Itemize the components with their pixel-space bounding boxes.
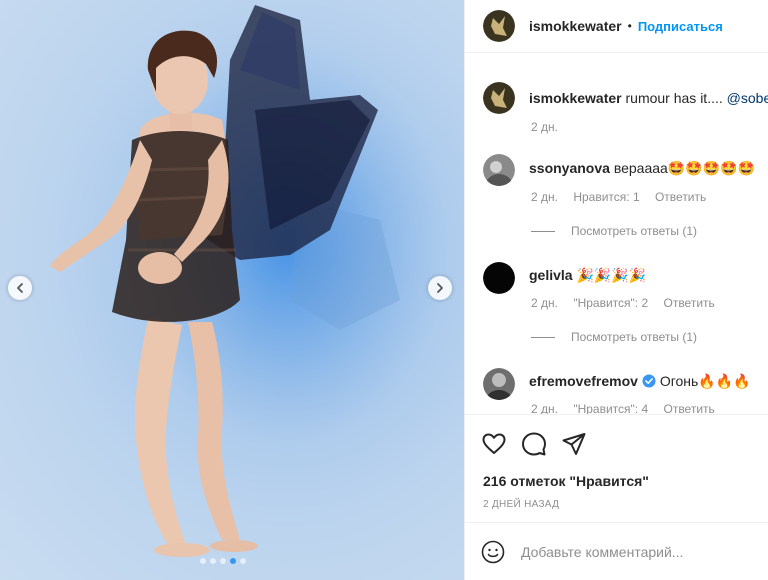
comment-username[interactable]: gelivla bbox=[529, 267, 573, 283]
avatar-image bbox=[483, 262, 515, 294]
avatar-image bbox=[483, 10, 515, 42]
comment-text: gelivla 🎉🎉🎉🎉 bbox=[529, 266, 646, 284]
comment-body: 🎉🎉🎉🎉 bbox=[576, 267, 647, 283]
action-icons bbox=[465, 415, 768, 457]
share-icon[interactable] bbox=[561, 431, 587, 457]
avatar-image bbox=[483, 82, 515, 114]
comment-meta: 2 дн. "Нравится": 4 Ответить bbox=[531, 402, 727, 414]
view-replies-label: Посмотреть ответы (1) bbox=[571, 224, 698, 238]
comment-body: вераааа🤩🤩🤩🤩🤩 bbox=[613, 160, 755, 176]
carousel-dot bbox=[200, 558, 206, 564]
avatar[interactable] bbox=[483, 82, 515, 114]
comment-text: ssonyanova вераааа🤩🤩🤩🤩🤩 bbox=[529, 159, 755, 177]
avatar[interactable] bbox=[483, 154, 515, 186]
view-replies-button[interactable]: Посмотреть ответы (1) bbox=[531, 224, 697, 238]
post-side-panel: ismokkewater • Подписаться ismokkewater … bbox=[464, 0, 768, 580]
reply-button[interactable]: Ответить bbox=[663, 296, 714, 310]
comment-row: ssonyanova вераааа🤩🤩🤩🤩🤩 bbox=[483, 154, 755, 186]
reply-button[interactable]: Ответить bbox=[655, 190, 706, 204]
caption-time[interactable]: 2 дн. bbox=[531, 120, 558, 134]
view-replies-label: Посмотреть ответы (1) bbox=[571, 330, 698, 344]
comment-time[interactable]: 2 дн. bbox=[531, 190, 558, 204]
caption-body: rumour has it.... bbox=[625, 90, 727, 106]
post-timestamp[interactable]: 2 ДНЕЙ НАЗАД bbox=[483, 499, 559, 510]
caption-mention[interactable]: @sobe bbox=[727, 90, 768, 106]
view-replies-button[interactable]: Посмотреть ответы (1) bbox=[531, 330, 697, 344]
post-photo bbox=[0, 0, 464, 580]
carousel-dot bbox=[240, 558, 246, 564]
carousel-dot bbox=[210, 558, 216, 564]
verified-badge-icon bbox=[642, 374, 656, 388]
next-slide-button[interactable] bbox=[428, 276, 452, 300]
carousel-indicator bbox=[200, 558, 246, 564]
add-comment-bar bbox=[465, 522, 768, 580]
comment-likes[interactable]: Нравится: 1 bbox=[573, 190, 639, 204]
previous-slide-button[interactable] bbox=[8, 276, 32, 300]
post-media[interactable] bbox=[0, 0, 464, 580]
likes-count[interactable]: 216 отметок "Нравится" bbox=[483, 473, 649, 489]
follow-button[interactable]: Подписаться bbox=[638, 19, 723, 34]
caption-row: ismokkewater rumour has it.... @sobe bbox=[483, 82, 768, 114]
avatar[interactable] bbox=[483, 10, 515, 42]
reply-button[interactable]: Ответить bbox=[663, 402, 714, 414]
comment-likes[interactable]: "Нравится": 4 bbox=[573, 402, 648, 414]
comment-row: gelivla 🎉🎉🎉🎉 bbox=[483, 262, 646, 294]
avatar[interactable] bbox=[483, 262, 515, 294]
comment-meta: 2 дн. "Нравится": 2 Ответить bbox=[531, 296, 727, 310]
comment-row: efremovefremov Огонь🔥🔥🔥 bbox=[483, 368, 751, 400]
comment-text: efremovefremov Огонь🔥🔥🔥 bbox=[529, 372, 751, 390]
heart-icon[interactable] bbox=[481, 431, 507, 457]
comment-icon[interactable] bbox=[521, 431, 547, 457]
post-header: ismokkewater • Подписаться bbox=[465, 0, 768, 53]
caption-text: ismokkewater rumour has it.... @sobe bbox=[529, 89, 768, 107]
avatar[interactable] bbox=[483, 368, 515, 400]
post-actions: 216 отметок "Нравится" 2 ДНЕЙ НАЗАД bbox=[465, 414, 768, 510]
avatar-image bbox=[483, 154, 515, 186]
chevron-left-icon bbox=[17, 283, 23, 293]
comment-username[interactable]: efremovefremov bbox=[529, 373, 638, 389]
caption-username[interactable]: ismokkewater bbox=[529, 90, 622, 106]
instagram-post: ismokkewater • Подписаться ismokkewater … bbox=[0, 0, 768, 580]
avatar-image bbox=[483, 368, 515, 400]
comment-input[interactable] bbox=[519, 542, 743, 561]
chevron-right-icon bbox=[437, 283, 443, 293]
header-separator: • bbox=[627, 19, 632, 33]
comment-time[interactable]: 2 дн. bbox=[531, 296, 558, 310]
replies-divider bbox=[531, 336, 555, 338]
comment-username[interactable]: ssonyanova bbox=[529, 160, 610, 176]
caption-meta: 2 дн. bbox=[531, 120, 570, 134]
emoji-icon[interactable] bbox=[481, 540, 505, 564]
comment-time[interactable]: 2 дн. bbox=[531, 402, 558, 414]
comments-list[interactable]: ismokkewater rumour has it.... @sobe 2 д… bbox=[465, 68, 768, 414]
author-username[interactable]: ismokkewater bbox=[529, 18, 622, 34]
replies-divider bbox=[531, 230, 555, 232]
comment-body: Огонь🔥🔥🔥 bbox=[659, 373, 751, 389]
carousel-dot bbox=[220, 558, 226, 564]
comment-likes[interactable]: "Нравится": 2 bbox=[573, 296, 648, 310]
carousel-dot bbox=[230, 558, 236, 564]
comment-meta: 2 дн. Нравится: 1 Ответить bbox=[531, 190, 718, 204]
